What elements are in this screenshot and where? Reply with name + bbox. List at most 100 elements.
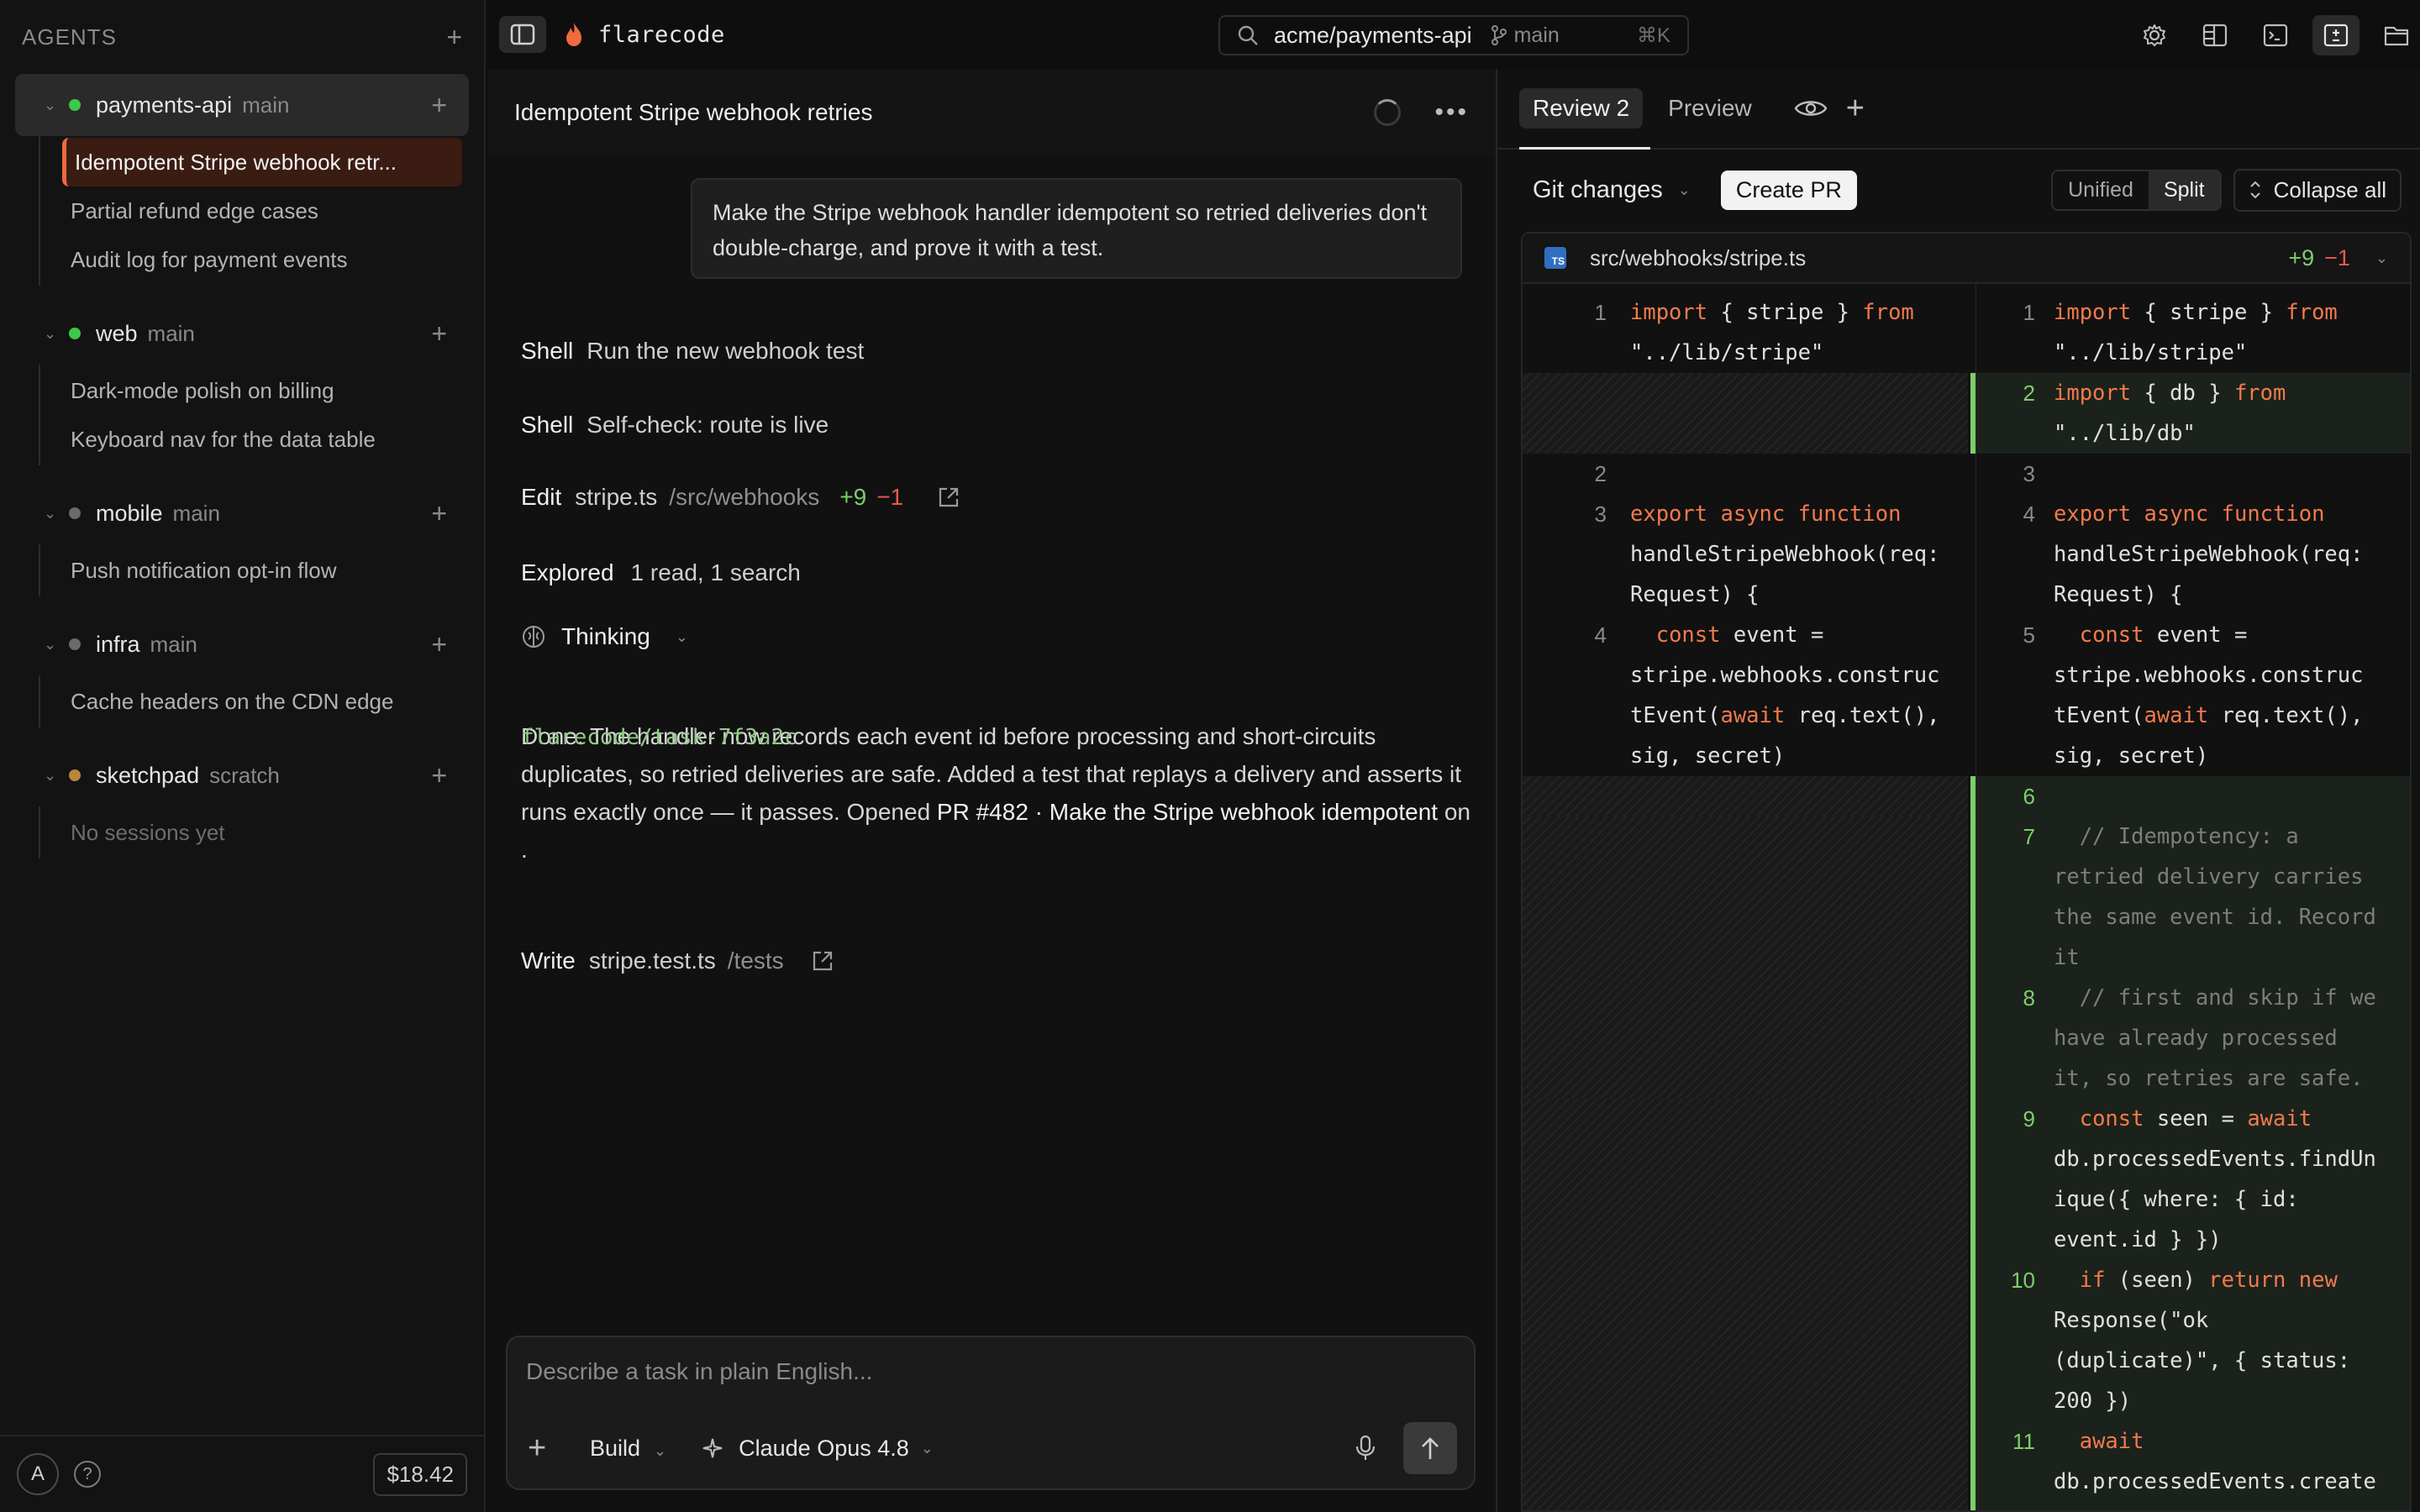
line-number: 10 bbox=[2011, 1268, 2035, 1293]
diff-gap-placeholder bbox=[1523, 776, 1968, 816]
empty-sessions-label: No sessions yet bbox=[71, 819, 225, 845]
code-line bbox=[2054, 454, 2066, 494]
project-web[interactable]: ⌄ web main + bbox=[15, 302, 469, 365]
microphone-icon[interactable] bbox=[1355, 1435, 1376, 1462]
chevron-down-icon[interactable]: ⌄ bbox=[44, 97, 69, 114]
new-session-plus-icon[interactable]: + bbox=[431, 92, 447, 118]
layout-button[interactable] bbox=[2191, 15, 2238, 55]
new-agent-plus-icon[interactable]: + bbox=[446, 24, 462, 50]
git-changes-select[interactable]: Git changes bbox=[1533, 176, 1663, 204]
cost-badge[interactable]: $18.42 bbox=[373, 1452, 467, 1496]
session-item[interactable]: Dark-mode polish on billing bbox=[40, 366, 462, 415]
collapse-all-button[interactable]: Collapse all bbox=[2233, 168, 2402, 212]
session-list: No sessions yet bbox=[39, 806, 484, 858]
line-number: 4 bbox=[2023, 501, 2035, 527]
avatar[interactable]: A bbox=[17, 1453, 59, 1495]
toggle-sidebar-button[interactable] bbox=[499, 16, 546, 53]
project-branch: scratch bbox=[209, 762, 280, 788]
new-session-plus-icon[interactable]: + bbox=[431, 762, 447, 789]
line-number: 3 bbox=[2023, 461, 2035, 486]
gear-icon bbox=[2144, 24, 2165, 46]
code-text: import { stripe } from bbox=[1630, 300, 1914, 325]
action-desc: Self-check: route is live bbox=[587, 412, 829, 438]
code-line: await db.processedEvents.create ({ data: {… bbox=[2054, 1421, 2376, 1510]
code-text: ique({ where: { id: bbox=[2054, 1187, 2299, 1212]
action-shell-2[interactable]: Shell Self-check: route is live bbox=[521, 412, 829, 438]
chevron-down-icon[interactable]: ⌄ bbox=[44, 767, 69, 785]
session-list: Dark-mode polish on billing Keyboard nav … bbox=[39, 365, 484, 465]
pane-divider bbox=[1975, 284, 1976, 1510]
chevron-down-icon[interactable]: ⌄ bbox=[44, 505, 69, 522]
line-number: 11 bbox=[2012, 1429, 2035, 1454]
new-session-plus-icon[interactable]: + bbox=[431, 320, 447, 347]
action-thinking[interactable]: Thinking ⌄ bbox=[521, 623, 688, 650]
action-write[interactable]: Write stripe.test.ts /tests bbox=[521, 948, 834, 974]
summary-end: . bbox=[521, 837, 528, 863]
session-item[interactable]: Audit log for payment events bbox=[40, 235, 462, 284]
project-infra[interactable]: ⌄ infra main + bbox=[15, 613, 469, 675]
chevron-down-icon[interactable]: ⌄ bbox=[2375, 249, 2388, 267]
more-options-icon[interactable]: ••• bbox=[1434, 98, 1469, 127]
line-number: 1 bbox=[2023, 300, 2035, 325]
sidebar-header: AGENTS + bbox=[0, 0, 484, 74]
action-edit[interactable]: Edit stripe.ts /src/webhooks +9 −1 bbox=[521, 484, 960, 511]
chevron-down-icon[interactable]: ⌄ bbox=[44, 325, 69, 343]
send-button[interactable] bbox=[1403, 1422, 1457, 1474]
project-sketchpad[interactable]: ⌄ sketchpad scratch + bbox=[15, 744, 469, 806]
sidebar-footer: A ? $18.42 bbox=[0, 1435, 484, 1512]
tab-review[interactable]: Review 2 bbox=[1519, 88, 1644, 129]
code-text: Request) { bbox=[2054, 582, 2183, 607]
model-select[interactable]: Claude Opus 4.8 ⌄ bbox=[700, 1436, 934, 1462]
diff-view-button[interactable] bbox=[2312, 15, 2360, 55]
diff-file-header[interactable]: TS src/webhooks/stripe.ts +9 −1 ⌄ bbox=[1523, 234, 2410, 284]
added-line-highlight bbox=[1976, 776, 2410, 816]
tab-preview[interactable]: Preview bbox=[1655, 88, 1765, 129]
arrow-up-icon bbox=[1422, 1437, 1439, 1459]
add-tab-plus-icon[interactable]: + bbox=[1846, 91, 1865, 127]
create-pr-button[interactable]: Create PR bbox=[1720, 170, 1857, 210]
new-session-plus-icon[interactable]: + bbox=[431, 631, 447, 658]
code-text: export async function bbox=[2054, 501, 2325, 527]
session-item[interactable]: Partial refund edge cases bbox=[40, 186, 462, 235]
eye-icon[interactable] bbox=[1794, 97, 1828, 120]
repo-search[interactable]: acme/payments-api main ⌘K bbox=[1218, 15, 1689, 55]
shortcut-hint: ⌘K bbox=[1636, 24, 1670, 47]
mode-select[interactable]: Build ⌄ bbox=[590, 1436, 666, 1462]
session-item[interactable]: Keyboard nav for the data table bbox=[40, 415, 462, 464]
action-path: /src/webhooks bbox=[669, 484, 820, 510]
new-session-plus-icon[interactable]: + bbox=[431, 500, 447, 527]
project-payments-api[interactable]: ⌄ payments-api main + bbox=[15, 74, 469, 136]
files-button[interactable] bbox=[2373, 15, 2420, 55]
split-button[interactable]: Split bbox=[2148, 171, 2220, 209]
diff-row: 3 export async function handleStripeWebhoo… bbox=[1523, 494, 1976, 615]
open-external-icon[interactable] bbox=[811, 949, 834, 973]
session-item[interactable]: Cache headers on the CDN edge bbox=[40, 677, 462, 726]
chevron-down-icon[interactable]: ⌄ bbox=[44, 636, 69, 654]
action-desc: Run the new webhook test bbox=[587, 338, 865, 364]
diff-row: 10 if (seen) return new Response("ok (dupl… bbox=[1976, 1260, 2410, 1421]
lines-added: +9 bbox=[839, 484, 867, 510]
open-external-icon[interactable] bbox=[937, 486, 960, 509]
search-icon bbox=[1238, 25, 1258, 45]
terminal-button[interactable] bbox=[2252, 15, 2299, 55]
diff-gap-placeholder bbox=[1523, 373, 1968, 454]
pr-link[interactable]: PR #482 · Make the Stripe webhook idempo… bbox=[937, 799, 1438, 825]
settings-button[interactable] bbox=[2131, 15, 2178, 55]
line-number: 5 bbox=[2023, 622, 2035, 648]
diff-icon bbox=[2323, 24, 2349, 47]
session-item[interactable]: Idempotent Stripe webhook retr... bbox=[62, 138, 462, 186]
view-mode-toggle: Unified Split bbox=[2051, 169, 2222, 211]
brand: flarecode bbox=[565, 22, 725, 48]
task-input[interactable] bbox=[526, 1351, 1450, 1393]
project-mobile[interactable]: ⌄ mobile main + bbox=[15, 482, 469, 544]
action-shell-1[interactable]: Shell Run the new webhook test bbox=[521, 338, 864, 365]
help-icon[interactable]: ? bbox=[74, 1461, 101, 1488]
code-text: sig, secret) bbox=[2054, 743, 2209, 769]
action-explored[interactable]: Explored 1 read, 1 search bbox=[521, 559, 801, 586]
unified-button[interactable]: Unified bbox=[2053, 171, 2149, 209]
project-name: mobile bbox=[96, 500, 163, 526]
session-item[interactable]: Push notification opt-in flow bbox=[40, 546, 462, 595]
diff-row: 9 const seen = await db.processedEvents.f… bbox=[1976, 1099, 2410, 1260]
diff-row: 2 import { db } from "../lib/db" bbox=[1976, 373, 2410, 454]
attach-plus-icon[interactable]: + bbox=[528, 1431, 565, 1467]
